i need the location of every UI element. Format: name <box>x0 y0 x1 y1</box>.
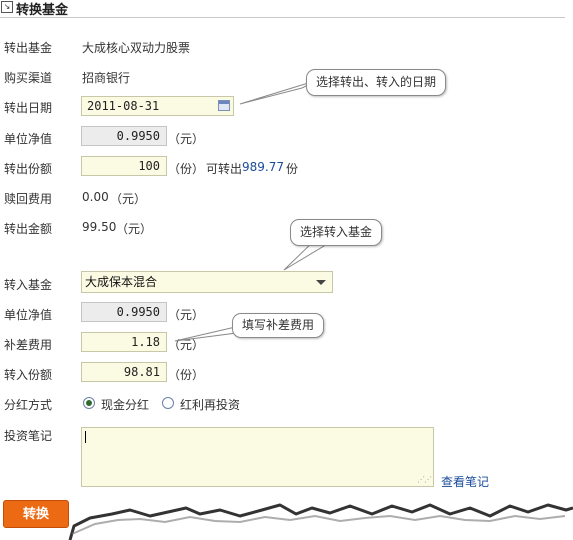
torn-edge-decoration <box>68 503 573 540</box>
